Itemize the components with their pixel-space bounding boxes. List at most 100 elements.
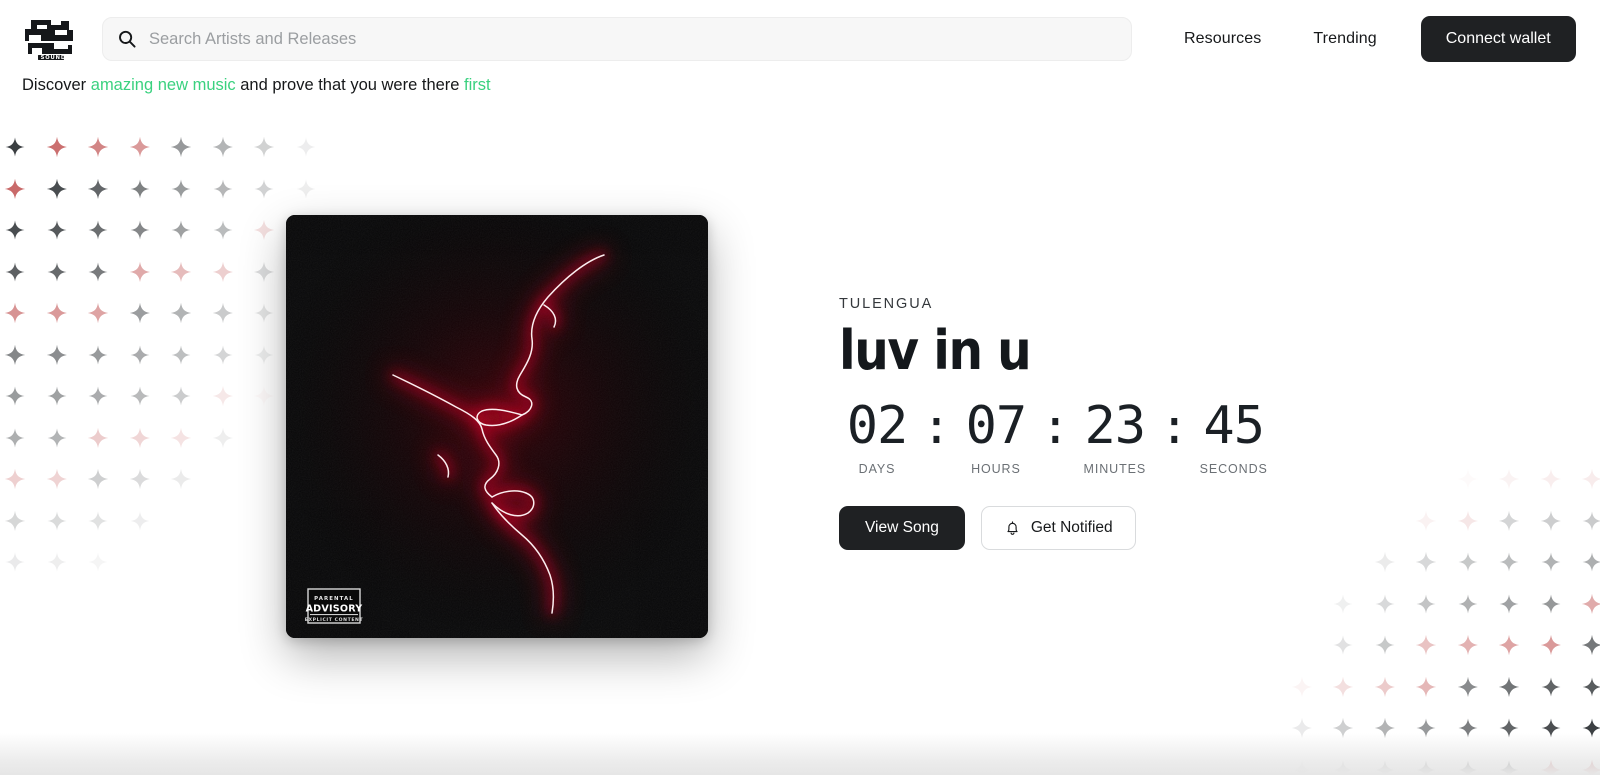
tagline-link-first[interactable]: first — [464, 76, 491, 94]
four-point-star-icon — [47, 428, 66, 447]
four-point-star-icon — [1415, 676, 1437, 697]
countdown-unit-minutes: 23 MINUTES — [1077, 396, 1153, 476]
view-song-button[interactable]: View Song — [839, 506, 965, 551]
four-point-star-icon — [47, 511, 66, 530]
four-point-star-icon — [1374, 551, 1395, 573]
four-point-star-icon — [296, 179, 315, 198]
svg-text:ADVISORY: ADVISORY — [306, 604, 364, 615]
four-point-star-icon — [171, 220, 191, 240]
four-point-star-icon — [87, 302, 109, 324]
four-point-star-icon — [1582, 552, 1600, 572]
four-point-star-icon — [213, 220, 232, 240]
four-point-star-icon — [171, 386, 191, 406]
countdown-unit-hours: 07 HOURS — [958, 399, 1034, 476]
four-point-star-icon — [1375, 635, 1394, 655]
countdown-days-value: 02 — [846, 396, 909, 456]
svg-text:PARENTAL: PARENTAL — [314, 596, 354, 602]
four-point-star-icon — [171, 345, 191, 364]
primary-nav: Resources Trending Connect wallet — [1132, 16, 1588, 62]
four-point-star-icon — [253, 136, 275, 158]
song-title: luv in u — [839, 319, 1032, 382]
site-header: SOUND Resources Trending Connect wallet — [0, 0, 1600, 78]
four-point-star-icon — [47, 552, 66, 572]
four-point-star-icon — [1498, 676, 1520, 697]
release-info: TULENGUA luv in u 02 DAYS : 07 HOURS : 2… — [839, 296, 1479, 551]
tagline-link-amazing-new-music[interactable]: amazing new music — [91, 76, 236, 94]
page-bottom-fade — [0, 733, 1600, 775]
four-point-star-icon — [129, 427, 150, 448]
four-point-star-icon — [1291, 676, 1312, 697]
svg-text:EXPLICIT CONTENT: EXPLICIT CONTENT — [305, 617, 364, 623]
tagline-part1: Discover — [22, 76, 91, 94]
four-point-star-icon — [254, 179, 274, 198]
four-point-star-icon — [1333, 594, 1353, 613]
four-point-star-icon — [171, 179, 191, 198]
album-artwork[interactable]: PARENTAL ADVISORY EXPLICIT CONTENT — [286, 215, 708, 638]
four-point-star-icon — [88, 511, 108, 530]
four-point-star-icon — [253, 219, 275, 241]
four-point-star-icon — [1498, 510, 1520, 531]
four-point-star-icon — [212, 302, 233, 324]
four-point-star-icon — [253, 261, 275, 282]
four-point-star-icon — [1581, 759, 1600, 775]
four-point-star-icon — [5, 428, 25, 447]
four-point-star-icon — [1458, 594, 1477, 613]
four-point-star-icon — [88, 262, 108, 281]
four-point-star-icon — [1582, 677, 1600, 696]
four-point-star-icon — [1499, 718, 1519, 738]
four-point-star-icon — [47, 386, 66, 406]
four-point-star-icon — [1541, 552, 1560, 572]
four-point-star-icon — [130, 179, 149, 198]
countdown-days-label: DAYS — [858, 462, 896, 477]
four-point-star-icon — [1458, 718, 1477, 738]
four-point-star-icon — [212, 261, 233, 282]
four-point-star-icon — [47, 262, 66, 281]
four-point-star-icon — [5, 220, 25, 240]
four-point-star-icon — [170, 261, 192, 282]
four-point-star-icon — [47, 220, 66, 240]
four-point-star-icon — [1291, 717, 1312, 739]
countdown-seconds-value: 45 — [1203, 396, 1265, 456]
get-notified-button[interactable]: Get Notified — [980, 506, 1136, 551]
bell-icon — [1004, 520, 1021, 537]
four-point-star-icon — [1540, 759, 1561, 775]
four-point-star-icon — [4, 302, 26, 324]
four-point-star-icon — [46, 136, 67, 158]
four-point-star-icon — [46, 468, 67, 490]
search-input[interactable] — [149, 29, 1117, 49]
four-point-star-icon — [1416, 760, 1436, 775]
four-point-star-icon — [1458, 760, 1477, 775]
nav-item-resources[interactable]: Resources — [1184, 30, 1261, 48]
four-point-star-icon — [4, 178, 26, 199]
four-point-star-icon — [129, 261, 150, 282]
search-bar[interactable] — [102, 17, 1132, 61]
tagline-part2: and prove that you were there — [235, 76, 465, 94]
four-point-star-icon — [1458, 552, 1477, 572]
four-point-star-icon — [4, 510, 26, 531]
sound-logo-icon[interactable]: SOUND — [22, 16, 78, 62]
four-point-star-icon — [1375, 760, 1394, 775]
four-point-star-icon — [254, 386, 275, 407]
countdown-minutes-value: 23 — [1084, 396, 1147, 456]
four-point-star-icon — [1582, 718, 1600, 738]
four-point-star-icon — [88, 552, 108, 572]
countdown-separator: : — [1040, 399, 1070, 455]
four-point-star-icon — [1415, 551, 1437, 573]
tagline: Discover amazing new music and prove tha… — [22, 76, 491, 95]
four-point-star-icon — [213, 179, 232, 198]
four-point-star-icon — [46, 178, 67, 199]
artist-name[interactable]: TULENGUA — [839, 296, 1479, 312]
four-point-star-icon — [88, 386, 108, 406]
four-point-star-icon — [1540, 510, 1561, 531]
release-actions: View Song Get Notified — [839, 506, 1479, 551]
four-point-star-icon — [212, 427, 233, 448]
nav-item-trending[interactable]: Trending — [1313, 30, 1376, 48]
four-point-star-icon — [1581, 593, 1600, 614]
four-point-star-icon — [1541, 594, 1560, 613]
connect-wallet-button[interactable]: Connect wallet — [1420, 16, 1576, 62]
search-icon — [117, 29, 137, 49]
four-point-star-icon — [88, 345, 108, 364]
four-point-star-icon — [87, 136, 109, 158]
four-point-star-icon — [1332, 676, 1354, 697]
four-point-star-icon — [1374, 676, 1395, 697]
